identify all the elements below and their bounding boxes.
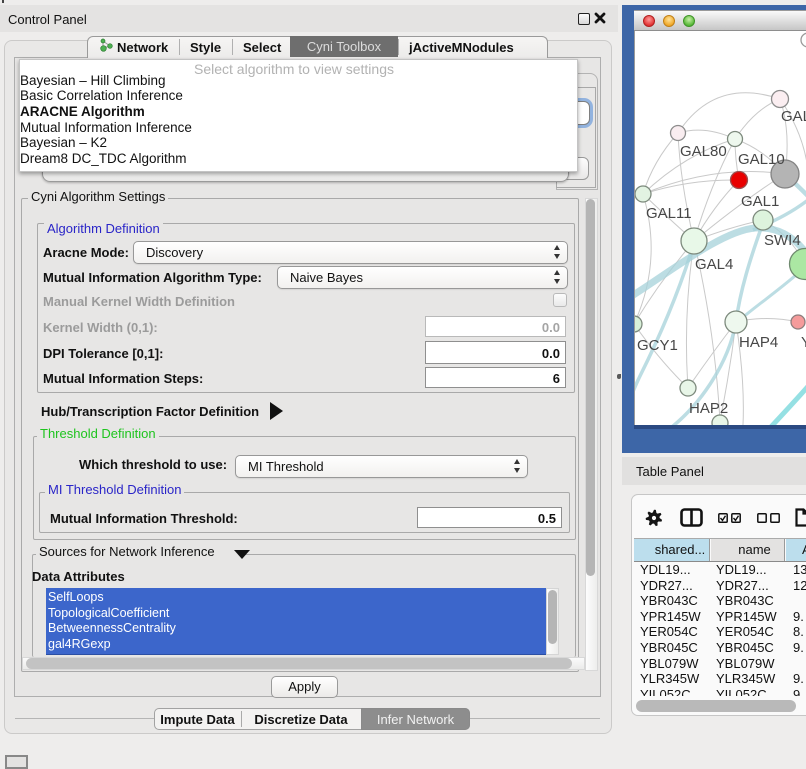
svg-text:GAL7: GAL7 bbox=[781, 108, 806, 125]
svg-text:GAL4: GAL4 bbox=[695, 256, 733, 273]
svg-text:HAP2: HAP2 bbox=[689, 400, 728, 417]
svg-text:HAP4: HAP4 bbox=[739, 334, 778, 351]
svg-text:GAL11: GAL11 bbox=[646, 205, 692, 222]
svg-text:GAL80: GAL80 bbox=[680, 143, 727, 160]
svg-text:GAL1: GAL1 bbox=[741, 193, 779, 210]
svg-text:Y: Y bbox=[801, 334, 806, 351]
svg-text:SWI4: SWI4 bbox=[764, 232, 801, 249]
svg-text:GAL10: GAL10 bbox=[738, 151, 785, 168]
svg-text:GCY1: GCY1 bbox=[637, 337, 678, 354]
